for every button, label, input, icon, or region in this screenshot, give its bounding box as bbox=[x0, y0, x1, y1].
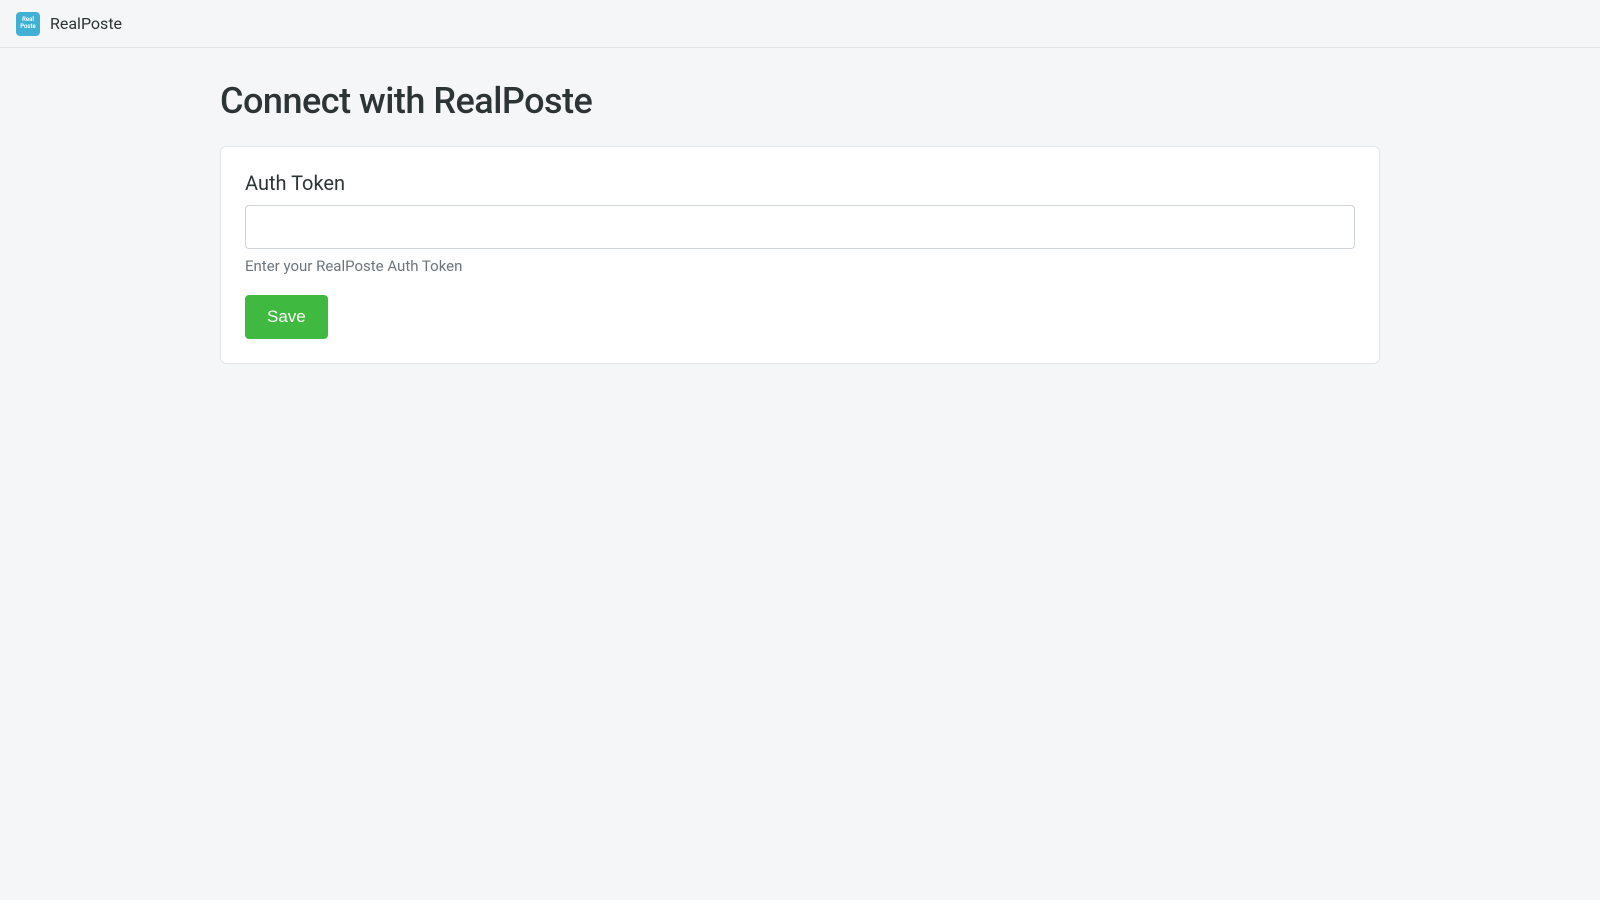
logo-text-line2: Poste bbox=[20, 24, 36, 31]
auth-token-help-text: Enter your RealPoste Auth Token bbox=[245, 257, 1355, 275]
app-logo-icon: Real Poste bbox=[16, 12, 40, 36]
auth-token-label: Auth Token bbox=[245, 171, 1355, 195]
form-card: Auth Token Enter your RealPoste Auth Tok… bbox=[220, 146, 1380, 364]
save-button[interactable]: Save bbox=[245, 295, 328, 339]
auth-token-input[interactable] bbox=[245, 205, 1355, 249]
app-name: RealPoste bbox=[50, 14, 122, 33]
content-container: Connect with RealPoste Auth Token Enter … bbox=[220, 80, 1380, 364]
page-title: Connect with RealPoste bbox=[220, 80, 1380, 122]
main-content: Connect with RealPoste Auth Token Enter … bbox=[0, 48, 1600, 364]
app-header: Real Poste RealPoste bbox=[0, 0, 1600, 48]
